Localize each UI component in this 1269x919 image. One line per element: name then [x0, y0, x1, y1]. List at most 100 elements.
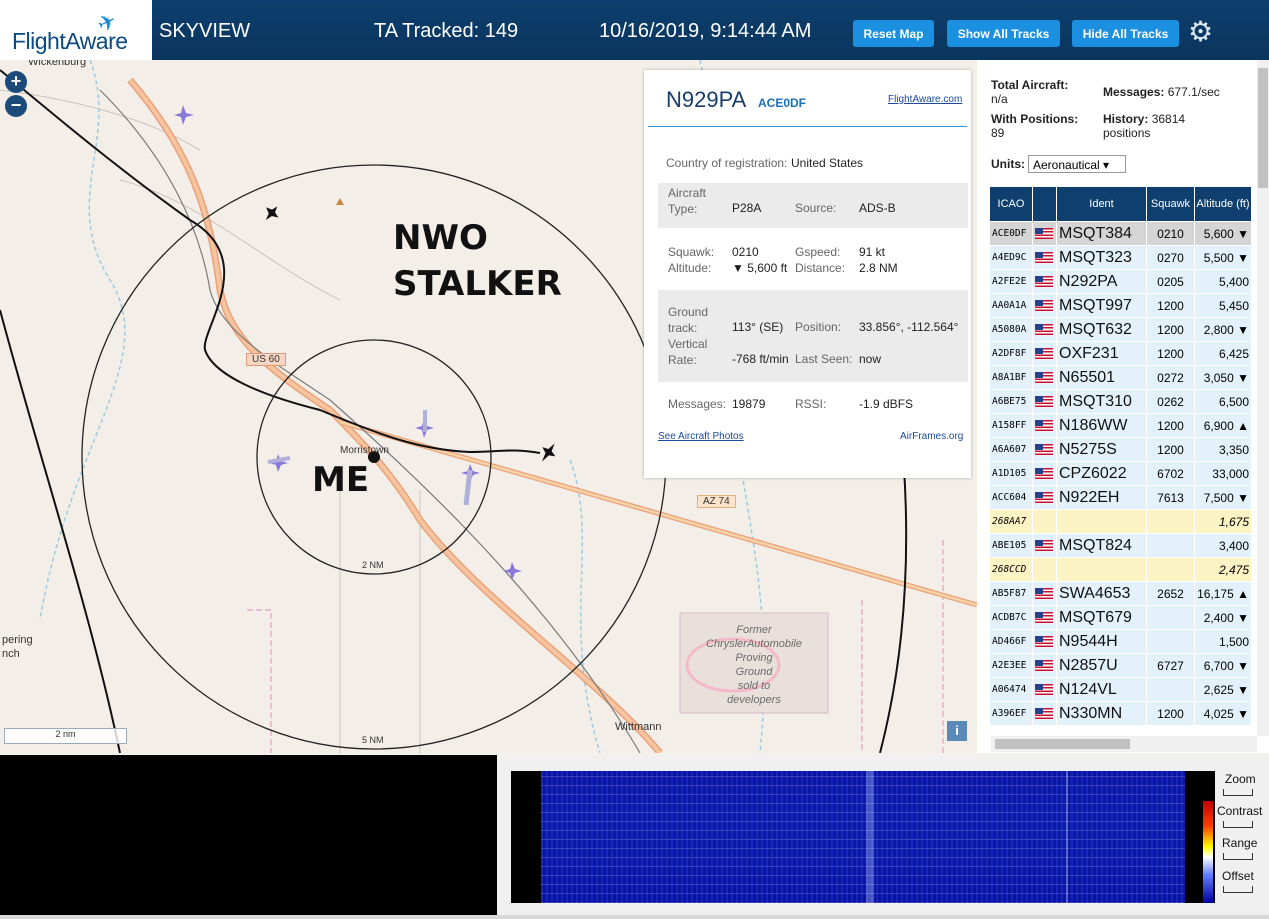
table-row[interactable]: A2FE2E N292PA 0205 5,400	[989, 269, 1252, 294]
last-seen-label: Last Seen:	[795, 352, 853, 366]
source-label: Source:	[795, 201, 837, 215]
altitude-label: Altitude:	[668, 261, 712, 275]
col-squawk[interactable]: Squawk	[1146, 186, 1195, 222]
cell-altitude: 6,425	[1194, 341, 1252, 366]
table-row[interactable]: AB5F87 SWA4653 2652 16,175 ▲	[989, 581, 1252, 606]
aircraft-photos-link[interactable]: See Aircraft Photos	[658, 431, 744, 442]
place-wittmann: Wittmann	[615, 721, 662, 733]
table-row[interactable]: A158FF N186WW 1200 6,900 ▲	[989, 413, 1252, 438]
table-row[interactable]: A6BE75 MSQT310 0262 6,500	[989, 389, 1252, 414]
cell-icao: A6BE75	[989, 389, 1033, 414]
cell-squawk: 0262	[1146, 389, 1195, 414]
cell-altitude: 6,700 ▼	[1194, 653, 1252, 678]
us-flag-icon	[1035, 252, 1053, 264]
table-row[interactable]: ABE105 MSQT824 3,400	[989, 533, 1252, 558]
cell-ident: MSQT310	[1056, 389, 1147, 414]
cell-altitude: 2,625 ▼	[1194, 677, 1252, 702]
col-icao[interactable]: ICAO	[989, 186, 1033, 222]
units-select[interactable]: Aeronautical ▾	[1028, 155, 1126, 173]
top-bar: ✈ FlightAware SKYVIEW TA Tracked: 149 10…	[0, 0, 1269, 60]
cell-altitude: 1,675	[1194, 509, 1252, 534]
flightaware-link[interactable]: FlightAware.com	[888, 94, 962, 105]
map-scale-bar: 2 nm	[4, 728, 127, 744]
flightaware-logo[interactable]: ✈ FlightAware	[0, 0, 152, 60]
vertical-scroll-thumb[interactable]	[1258, 68, 1268, 188]
table-row[interactable]: A396EF N330MN 1200 4,025 ▼	[989, 701, 1252, 726]
ground-track-value: 113° (SE)	[732, 320, 784, 334]
reset-map-button[interactable]: Reset Map	[853, 20, 934, 47]
zoom-slider[interactable]	[1223, 789, 1253, 796]
cell-altitude: 7,500 ▼	[1194, 485, 1252, 510]
cell-squawk: 0270	[1146, 245, 1195, 270]
cell-flag	[1032, 269, 1057, 294]
current-datetime: 10/16/2019, 9:14:44 AM	[599, 20, 812, 42]
ring-label-2nm: 2 NM	[362, 560, 384, 570]
us-flag-icon	[1035, 420, 1053, 432]
table-row[interactable]: AD466F N9544H 1,500	[989, 629, 1252, 654]
table-row[interactable]: ACC604 N922EH 7613 7,500 ▼	[989, 485, 1252, 510]
info-button[interactable]: i	[947, 721, 967, 741]
cell-altitude: 16,175 ▲	[1194, 581, 1252, 606]
aircraft-table-body: ACE0DF MSQT384 0210 5,600 ▼ A4ED9C MSQT323 027…	[989, 221, 1252, 726]
table-row[interactable]: 268CCD 2,475	[989, 557, 1252, 582]
col-flag[interactable]	[1032, 186, 1057, 222]
cell-icao: A158FF	[989, 413, 1033, 438]
units-label: Units:	[991, 157, 1025, 171]
zoom-out-button[interactable]: −	[5, 95, 27, 117]
cell-ident: MSQT997	[1056, 293, 1147, 318]
gear-icon[interactable]: ⚙	[1188, 15, 1213, 48]
table-row[interactable]: A1D105 CPZ6022 6702 33,000	[989, 461, 1252, 486]
table-row[interactable]: A6A607 N5275S 1200 3,350	[989, 437, 1252, 462]
hide-all-tracks-button[interactable]: Hide All Tracks	[1072, 20, 1179, 47]
us-flag-icon	[1035, 396, 1053, 408]
contrast-slider[interactable]	[1223, 821, 1253, 828]
vertical-rate-value: -768 ft/min	[732, 352, 789, 366]
popup-callsign: N929PA	[666, 87, 747, 112]
horizontal-scrollbar[interactable]	[991, 736, 1257, 752]
table-row[interactable]: ACDB7C MSQT679 2,400 ▼	[989, 605, 1252, 630]
cell-flag	[1032, 653, 1057, 678]
table-row[interactable]: A8A1BF N65501 0272 3,050 ▼	[989, 365, 1252, 390]
cell-altitude: 5,500 ▼	[1194, 245, 1252, 270]
table-row[interactable]: 268AA7 1,675	[989, 509, 1252, 534]
airframes-link[interactable]: AirFrames.org	[900, 431, 963, 442]
us-flag-icon	[1035, 468, 1053, 480]
cell-squawk: 6702	[1146, 461, 1195, 486]
range-slider[interactable]	[1223, 853, 1253, 860]
show-all-tracks-button[interactable]: Show All Tracks	[947, 20, 1060, 47]
col-ident[interactable]: Ident	[1056, 186, 1147, 222]
cell-icao: ABE105	[989, 533, 1033, 558]
cell-ident: N922EH	[1056, 485, 1147, 510]
cell-squawk	[1146, 677, 1195, 702]
horizontal-scroll-thumb[interactable]	[995, 739, 1130, 749]
table-row[interactable]: AA0A1A MSQT997 1200 5,450	[989, 293, 1252, 318]
offset-label: Offset	[1222, 869, 1254, 883]
vertical-scrollbar[interactable]	[1257, 60, 1269, 736]
table-row[interactable]: A2E3EE N2857U 6727 6,700 ▼	[989, 653, 1252, 678]
cell-altitude: 5,400	[1194, 269, 1252, 294]
cell-ident: N292PA	[1056, 269, 1147, 294]
us-flag-icon	[1035, 540, 1053, 552]
table-row[interactable]: A4ED9C MSQT323 0270 5,500 ▼	[989, 245, 1252, 270]
cell-altitude: 6,900 ▲	[1194, 413, 1252, 438]
aircraft-table: ICAO Ident Squawk Altitude (ft) ACE0DF MS…	[989, 186, 1252, 726]
zoom-in-button[interactable]: +	[5, 71, 27, 93]
us-flag-icon	[1035, 372, 1053, 384]
table-row[interactable]: ACE0DF MSQT384 0210 5,600 ▼	[989, 221, 1252, 246]
offset-slider[interactable]	[1223, 886, 1253, 893]
cell-squawk: 1200	[1146, 701, 1195, 726]
table-row[interactable]: A06474 N124VL 2,625 ▼	[989, 677, 1252, 702]
table-row[interactable]: A2DF8F OXF231 1200 6,425	[989, 341, 1252, 366]
waterfall-spectrum[interactable]	[511, 771, 1215, 903]
us-flag-icon	[1035, 324, 1053, 336]
col-altitude[interactable]: Altitude (ft)	[1194, 186, 1252, 222]
bottom-black-panel	[0, 755, 497, 915]
cell-ident: N124VL	[1056, 677, 1147, 702]
cell-flag	[1032, 341, 1057, 366]
country-label: Country of registration:	[666, 156, 788, 170]
distance-value: 2.8 NM	[859, 261, 898, 275]
us-flag-icon	[1035, 444, 1053, 456]
us-flag-icon	[1035, 684, 1053, 696]
cell-ident: CPZ6022	[1056, 461, 1147, 486]
table-row[interactable]: A5080A MSQT632 1200 2,800 ▼	[989, 317, 1252, 342]
